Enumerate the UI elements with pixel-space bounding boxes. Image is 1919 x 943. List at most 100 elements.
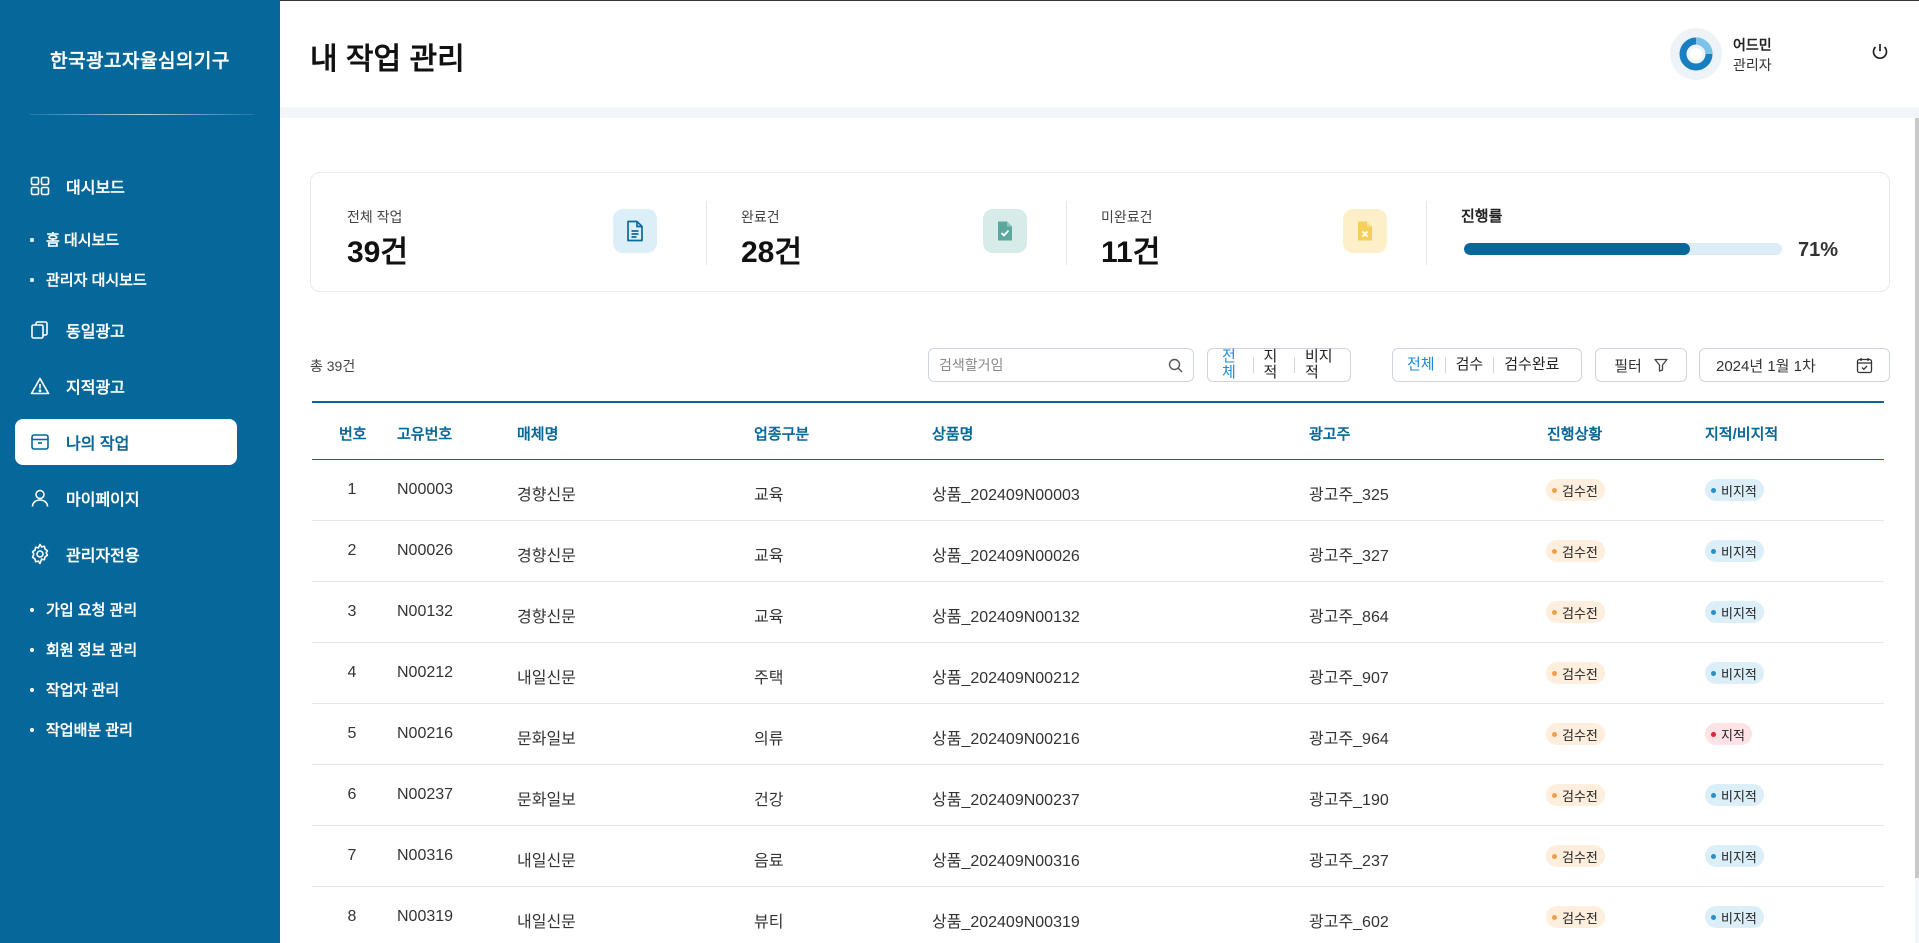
user-role: 관리자 xyxy=(1733,57,1772,73)
table-row[interactable]: 6 N00237 문화일보 건강 상품_202409N00237 광고주_190 검수전 비지… xyxy=(312,765,1884,826)
nav-same-ads-label: 동일광고 xyxy=(66,324,125,341)
status-badge-label: 검수전 xyxy=(1562,788,1598,804)
calendar-icon xyxy=(1856,357,1873,374)
search-icon[interactable] xyxy=(1168,358,1183,373)
cell-no: 1 xyxy=(347,481,357,498)
logout-button[interactable] xyxy=(1867,39,1893,65)
cell-code: N00216 xyxy=(397,725,454,742)
table-row[interactable]: 7 N00316 내일신문 음료 상품_202409N00316 광고주_237 검수전 비지… xyxy=(312,826,1884,887)
nav-member-info[interactable]: 회원 정보 관리 xyxy=(30,639,137,660)
stat-done-label: 완료건 xyxy=(741,209,780,225)
col-product[interactable]: 상품명 xyxy=(932,423,973,444)
table-row[interactable]: 4 N00212 내일신문 주택 상품_202409N00212 광고주_907 검수전 비지… xyxy=(312,643,1884,704)
nav-task-assign[interactable]: 작업배분 관리 xyxy=(30,719,133,740)
nav-admin-only[interactable]: 관리자전용 xyxy=(15,531,237,577)
review-filter-all[interactable]: 전체 xyxy=(1397,357,1445,373)
cell-no: 8 xyxy=(347,908,357,925)
document-icon xyxy=(613,209,657,253)
cell-industry: 교육 xyxy=(754,487,784,504)
nav-signup-requests[interactable]: 가입 요청 관리 xyxy=(30,599,137,620)
filter-button-label: 필터 xyxy=(1614,357,1642,375)
table-body: 1 N00003 경향신문 교육 상품_202409N00003 광고주_325 검수전 비지… xyxy=(312,460,1884,943)
flag-filter-normal[interactable]: 비지적 xyxy=(1295,349,1346,381)
cell-media: 문화일보 xyxy=(517,792,576,809)
progress-bar xyxy=(1464,243,1782,255)
status-dot xyxy=(1552,792,1557,798)
status-badge: 검수전 xyxy=(1546,906,1605,928)
flag-filter-flagged[interactable]: 지적 xyxy=(1253,349,1294,381)
status-dot xyxy=(1552,853,1557,859)
bullet-dot xyxy=(30,237,34,242)
flag-badge-label: 비지적 xyxy=(1721,544,1757,560)
table-row[interactable]: 5 N00216 문화일보 의류 상품_202409N00216 광고주_964 검수전 지적 xyxy=(312,704,1884,765)
table-row[interactable]: 8 N00319 내일신문 뷰티 상품_202409N00319 광고주_602 검수전 비지… xyxy=(312,887,1884,943)
search-input[interactable] xyxy=(939,357,1159,373)
cell-no: 3 xyxy=(347,603,357,620)
col-code[interactable]: 고유번호 xyxy=(397,423,452,444)
table-row[interactable]: 2 N00026 경향신문 교육 상품_202409N00026 광고주_327 검수전 비지… xyxy=(312,521,1884,582)
col-flag[interactable]: 지적/비지적 xyxy=(1705,423,1778,444)
avatar[interactable] xyxy=(1670,28,1722,80)
col-advertiser[interactable]: 광고주 xyxy=(1309,423,1350,444)
nav-same-ads[interactable]: 동일광고 xyxy=(15,307,237,353)
flag-dot xyxy=(1711,548,1716,554)
table-header: 번호 고유번호 매체명 업종구분 상품명 광고주 진행상황 지적/비지적 xyxy=(312,401,1884,460)
cell-media: 내일신문 xyxy=(517,670,576,687)
col-status[interactable]: 진행상황 xyxy=(1547,423,1602,444)
status-badge-label: 검수전 xyxy=(1562,544,1598,560)
bullet-dot xyxy=(30,607,34,612)
stat-divider xyxy=(1426,201,1427,265)
col-media[interactable]: 매체명 xyxy=(517,423,558,444)
stat-done: 완료건 28건 xyxy=(707,173,1067,293)
filter-button[interactable]: 필터 xyxy=(1595,348,1687,382)
status-badge: 검수전 xyxy=(1546,540,1605,562)
nav-mypage[interactable]: 마이페이지 xyxy=(15,475,237,521)
flag-badge-label: 비지적 xyxy=(1721,605,1757,621)
cell-product: 상품_202409N00132 xyxy=(932,609,1080,626)
cell-product: 상품_202409N00316 xyxy=(932,853,1080,870)
flag-badge: 비지적 xyxy=(1705,662,1764,684)
stat-done-value: 28건 xyxy=(741,236,802,269)
cell-media: 경향신문 xyxy=(517,487,576,504)
cell-advertiser: 광고주_907 xyxy=(1309,670,1389,687)
nav-flagged-ads[interactable]: 지적광고 xyxy=(15,363,237,409)
status-badge-label: 검수전 xyxy=(1562,483,1598,499)
nav-member-info-label: 회원 정보 관리 xyxy=(46,642,138,659)
cell-code: N00003 xyxy=(397,481,454,498)
flag-dot xyxy=(1711,670,1716,676)
table-row[interactable]: 1 N00003 경향신문 교육 상품_202409N00003 광고주_325 검수전 비지… xyxy=(312,460,1884,521)
scrollbar[interactable] xyxy=(1915,118,1919,878)
nav-admin-dashboard[interactable]: 관리자 대시보드 xyxy=(30,269,147,290)
status-dot xyxy=(1552,670,1557,676)
cell-no: 5 xyxy=(347,725,357,742)
date-picker[interactable]: 2024년 1월 1차 xyxy=(1699,348,1890,382)
page-title: 내 작업 관리 xyxy=(310,43,465,76)
filter-icon xyxy=(1654,358,1668,372)
copy-icon xyxy=(29,319,51,341)
flag-filter-group: 전체 지적 비지적 xyxy=(1207,348,1351,382)
brand-title: 한국광고자율심의기구 xyxy=(50,51,230,72)
review-filter-done[interactable]: 검수완료 xyxy=(1494,357,1569,373)
col-industry[interactable]: 업종구분 xyxy=(754,423,809,444)
flag-filter-all[interactable]: 전체 xyxy=(1212,349,1253,381)
status-dot xyxy=(1552,914,1557,920)
stat-total-label: 전체 작업 xyxy=(347,209,403,225)
nav-home-dashboard[interactable]: 홈 대시보드 xyxy=(30,229,119,250)
cell-no: 7 xyxy=(347,847,357,864)
cell-code: N00316 xyxy=(397,847,454,864)
cell-product: 상품_202409N00216 xyxy=(932,731,1080,748)
nav-dashboard[interactable]: 대시보드 xyxy=(15,163,237,209)
nav-worker-mgmt-label: 작업자 관리 xyxy=(46,682,120,699)
nav-admin-only-label: 관리자전용 xyxy=(66,548,140,565)
col-no[interactable]: 번호 xyxy=(339,423,367,444)
table-row[interactable]: 3 N00132 경향신문 교육 상품_202409N00132 광고주_864 검수전 비지… xyxy=(312,582,1884,643)
nav-worker-mgmt[interactable]: 작업자 관리 xyxy=(30,679,119,700)
nav-my-tasks[interactable]: 나의 작업 xyxy=(15,419,237,465)
stat-undone-value: 11건 xyxy=(1101,236,1161,269)
review-filter-review[interactable]: 검수 xyxy=(1446,357,1494,373)
cell-media: 경향신문 xyxy=(517,548,576,565)
top-header: 내 작업 관리 어드민 관리자 xyxy=(280,0,1919,107)
cell-advertiser: 광고주_864 xyxy=(1309,609,1389,626)
warning-icon xyxy=(29,375,51,397)
flag-dot xyxy=(1711,914,1716,920)
